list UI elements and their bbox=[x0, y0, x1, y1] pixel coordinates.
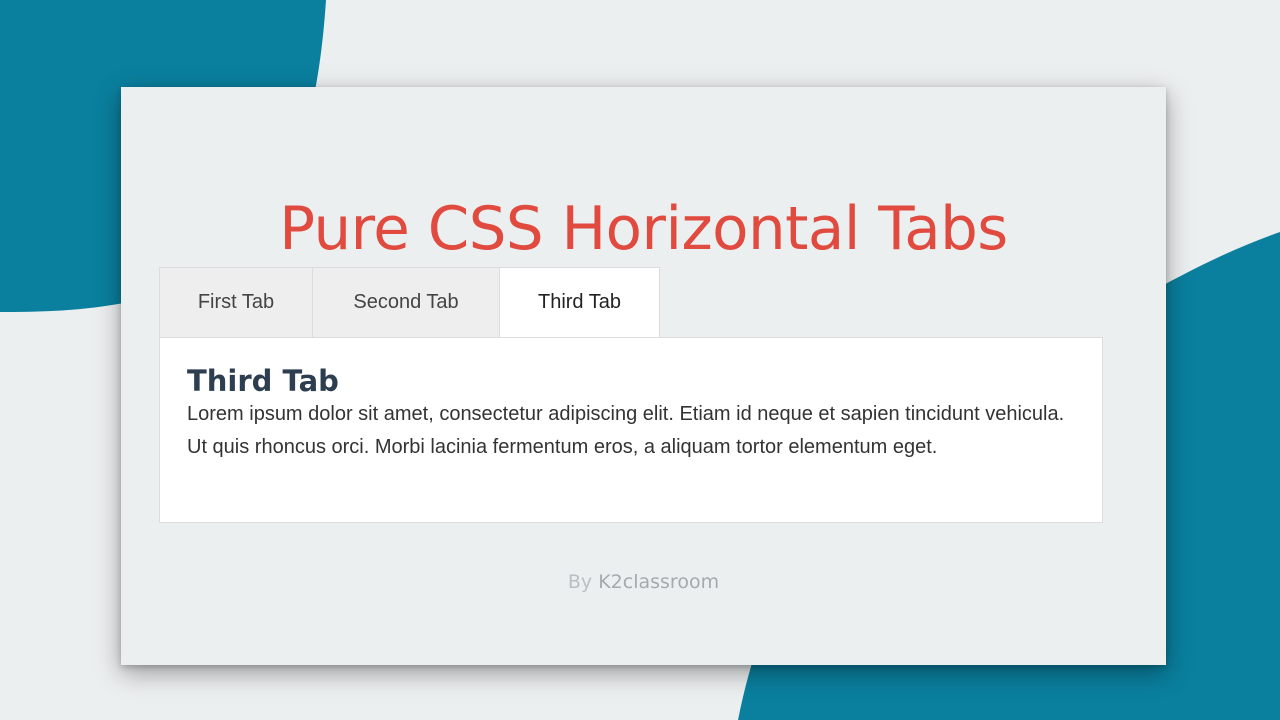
panel-text: Lorem ipsum dolor sit amet, consectetur … bbox=[187, 403, 1065, 458]
byline: By K2classroom bbox=[121, 571, 1166, 593]
tab-first[interactable]: First Tab bbox=[159, 267, 313, 337]
byline-author: K2classroom bbox=[598, 571, 720, 593]
page-title: Pure CSS Horizontal Tabs bbox=[279, 194, 1008, 264]
panel-heading: Third Tab bbox=[187, 364, 339, 398]
tab-third[interactable]: Third Tab bbox=[500, 267, 660, 337]
tabs-demo-card: Pure CSS Horizontal Tabs First Tab Secon… bbox=[121, 87, 1166, 665]
tab-bar: First Tab Second Tab Third Tab bbox=[159, 267, 660, 337]
byline-prefix: By bbox=[567, 571, 593, 593]
tab-second[interactable]: Second Tab bbox=[313, 267, 500, 337]
tab-panel: Third Tab Lorem ipsum dolor sit amet, co… bbox=[159, 337, 1103, 523]
